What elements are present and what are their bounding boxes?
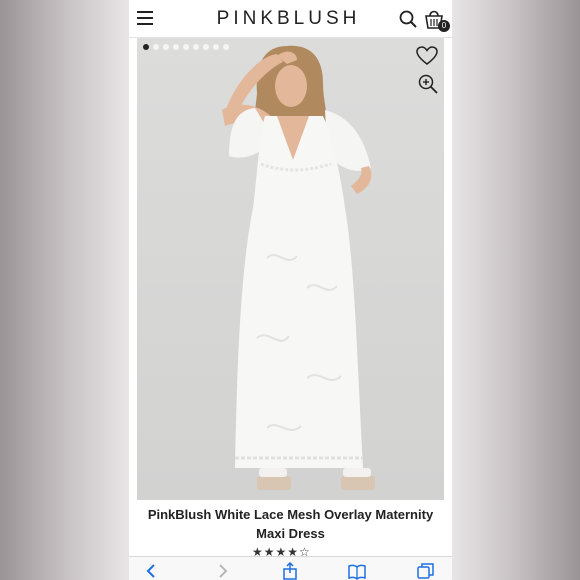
- tabs-icon[interactable]: [417, 562, 435, 580]
- pagination-dot[interactable]: [173, 44, 179, 50]
- model-photo: [222, 45, 375, 490]
- forward-icon[interactable]: [213, 562, 231, 580]
- pagination-dot[interactable]: [213, 44, 219, 50]
- image-pagination-dots: [143, 44, 229, 50]
- site-header: PINKBLUSH 0: [129, 0, 452, 38]
- search-icon[interactable]: [399, 10, 417, 28]
- phone-screen: PINKBLUSH 0 PinkBlush White Lace Mesh Ov…: [129, 0, 452, 580]
- pagination-dot[interactable]: [163, 44, 169, 50]
- pagination-dot[interactable]: [143, 44, 149, 50]
- heart-icon[interactable]: [416, 46, 438, 66]
- zoom-in-icon[interactable]: [418, 74, 438, 94]
- pagination-dot[interactable]: [153, 44, 159, 50]
- pagination-dot[interactable]: [193, 44, 199, 50]
- bag-count-badge: 0: [438, 20, 450, 32]
- menu-icon[interactable]: [137, 11, 153, 25]
- product-title: PinkBlush White Lace Mesh Overlay Matern…: [147, 507, 434, 541]
- pagination-dot[interactable]: [203, 44, 209, 50]
- share-icon[interactable]: [281, 562, 299, 580]
- pagination-dot[interactable]: [223, 44, 229, 50]
- product-image[interactable]: [137, 38, 444, 500]
- browser-toolbar: [129, 556, 452, 580]
- back-icon[interactable]: [143, 562, 161, 580]
- brand-logo[interactable]: PINKBLUSH: [201, 8, 376, 30]
- pagination-dot[interactable]: [183, 44, 189, 50]
- bookmarks-icon[interactable]: [348, 562, 366, 580]
